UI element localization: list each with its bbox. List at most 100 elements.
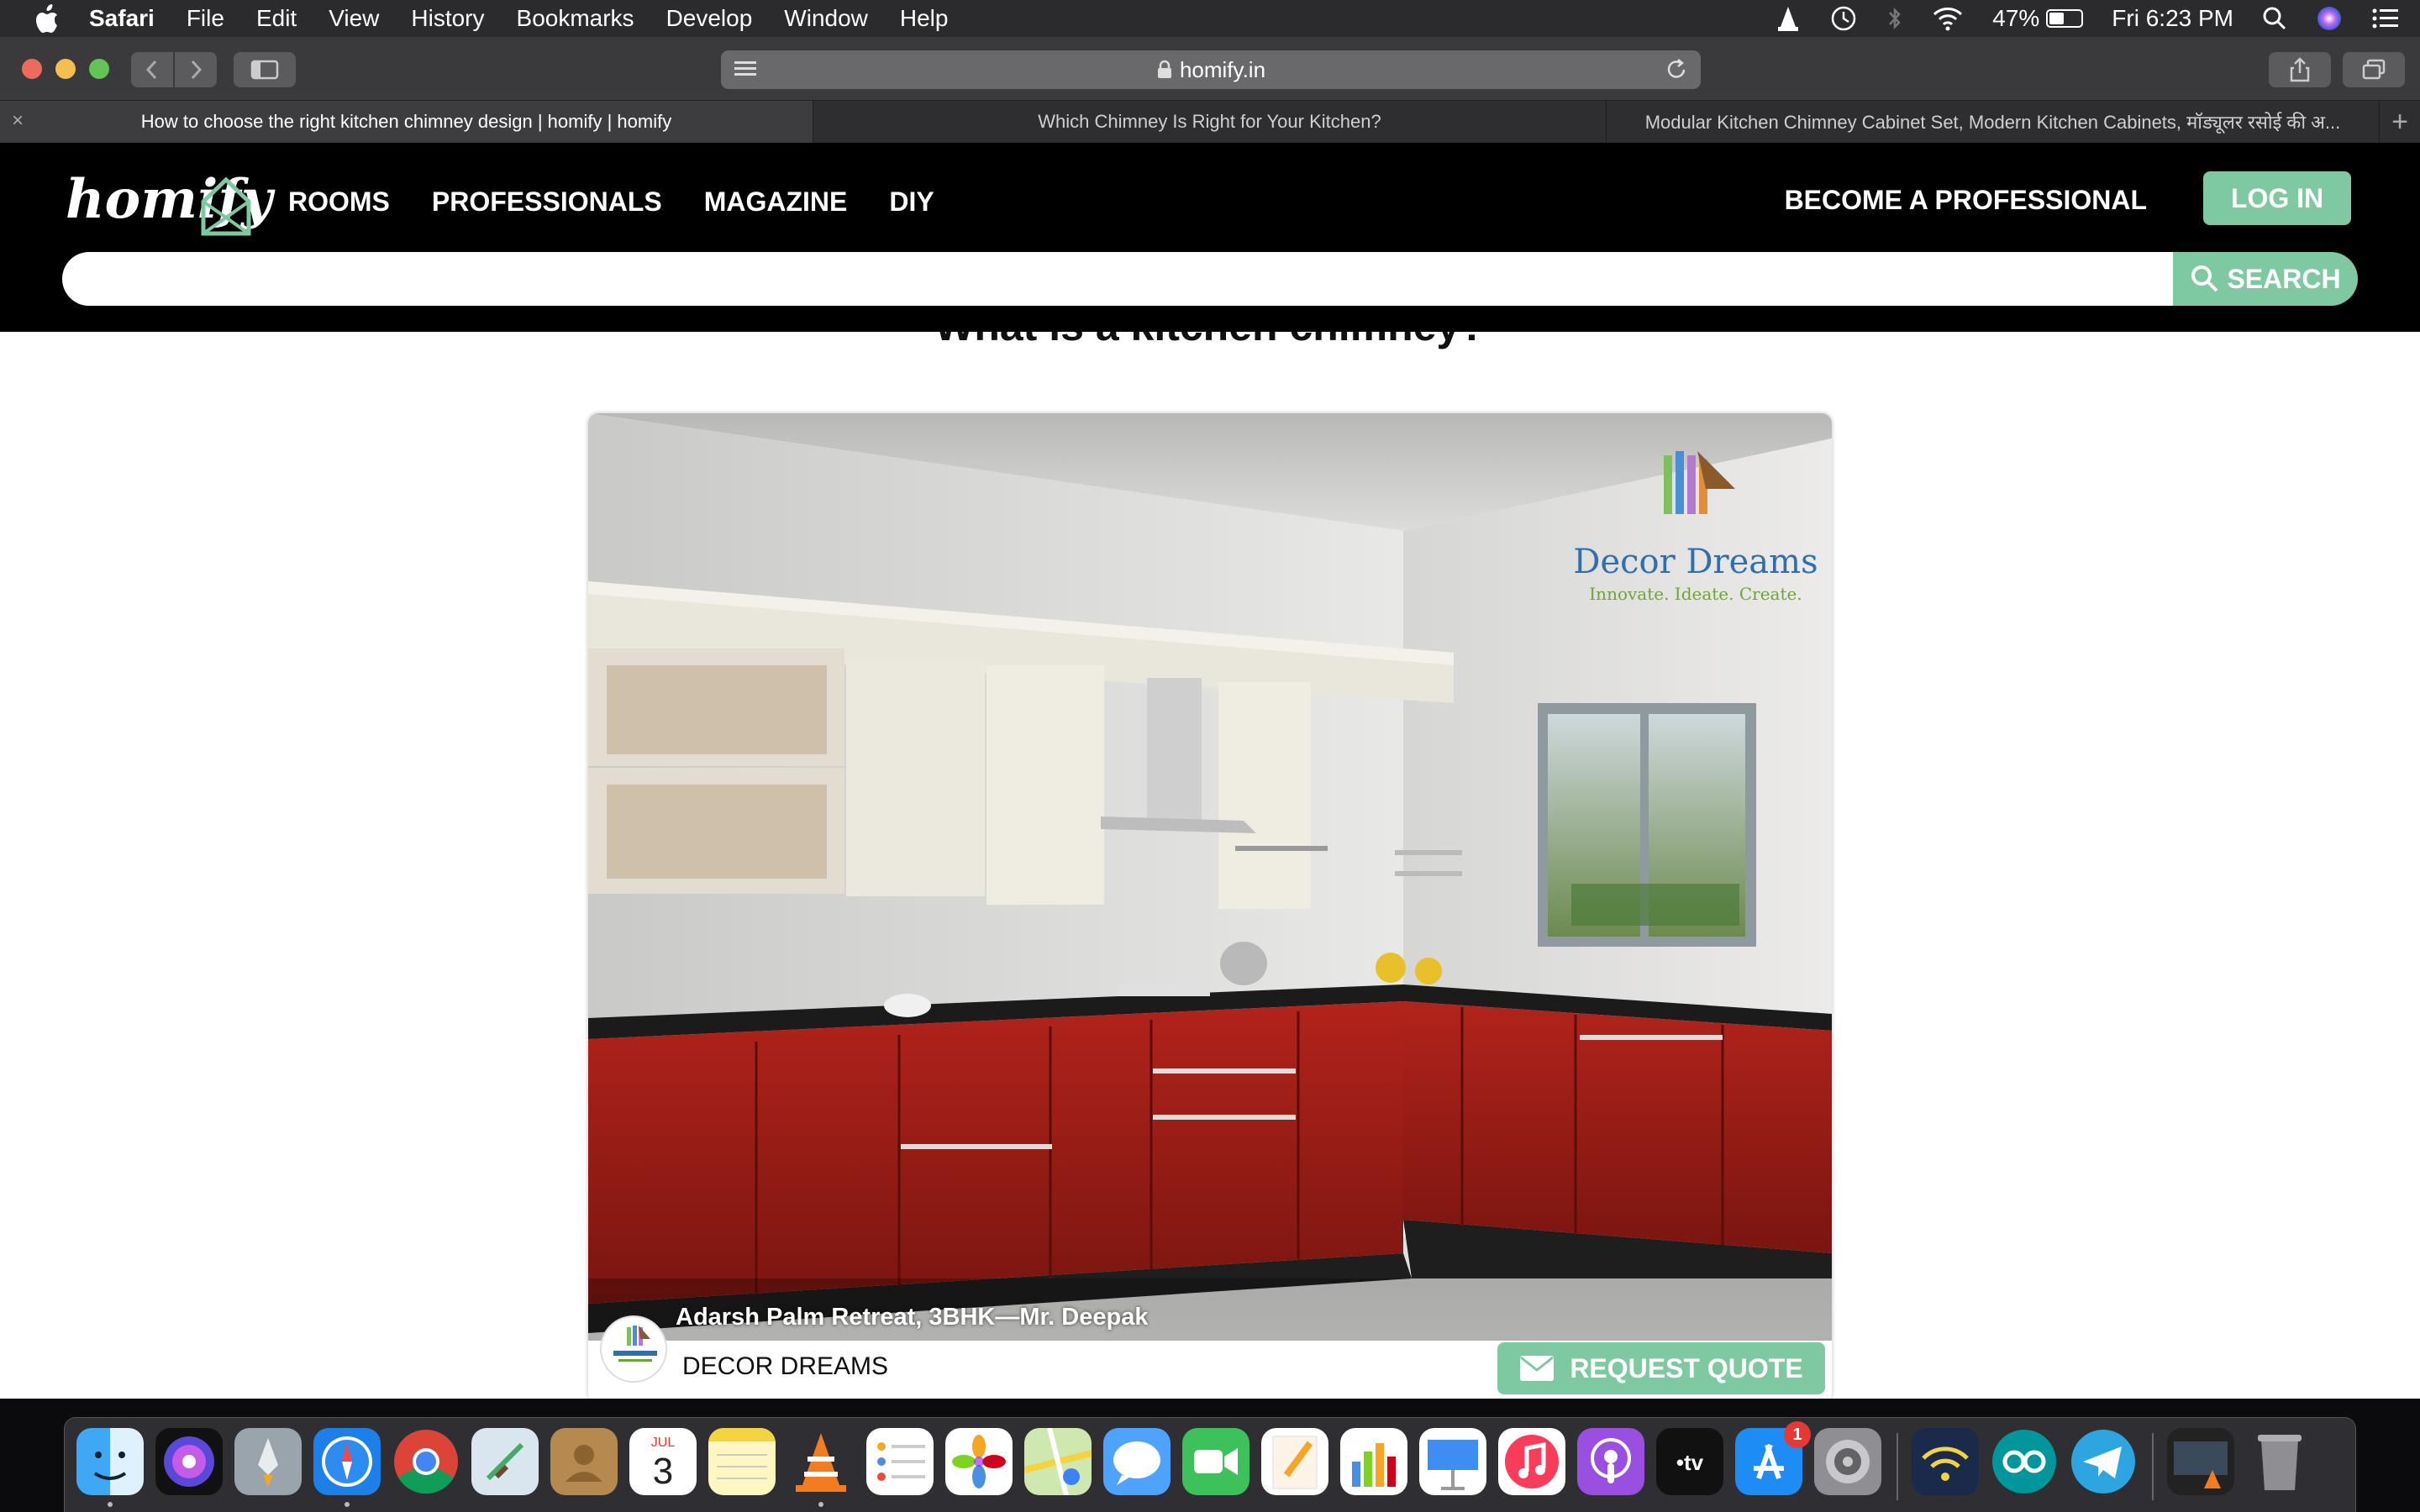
dock-app-launchpad[interactable] [234,1428,302,1495]
tabs-overview-icon [2362,59,2386,80]
svg-text:•tv: •tv [1676,1450,1704,1475]
forward-button[interactable] [175,52,217,87]
menu-edit[interactable]: Edit [256,5,297,32]
chevron-right-icon [191,60,203,80]
homify-logo[interactable]: homify [66,161,272,245]
back-button[interactable] [131,52,173,87]
menu-develop[interactable]: Develop [666,5,753,32]
sidebar-toggle-button[interactable] [234,52,296,87]
pages-icon [1261,1428,1328,1495]
address-bar[interactable]: homify.in [721,50,1701,89]
dock-app-chrome[interactable] [392,1428,460,1495]
dock-app-telegram[interactable] [2070,1428,2137,1495]
battery-indicator[interactable]: 47% [1992,5,2084,32]
dock-app-pages[interactable] [1261,1428,1328,1495]
trash-icon [2246,1428,2313,1495]
request-quote-button[interactable]: REQUEST QUOTE [1497,1342,1825,1394]
siri-menubar-icon[interactable] [2316,5,2343,32]
dock-app-arduino[interactable] [1991,1428,2058,1495]
search-button-label: SEARCH [2227,263,2341,294]
dock-app-notes[interactable] [708,1428,776,1495]
window-close-button[interactable] [22,59,42,79]
dock-area: JUL 3 •tv 1 [0,1399,2420,1512]
reload-icon[interactable] [1664,57,1689,82]
photo-caption[interactable]: Adarsh Palm Retreat, 3BHK—Mr. Deepak [676,1304,1148,1331]
dock-app-vlc[interactable] [787,1428,855,1495]
menu-history[interactable]: History [411,5,484,32]
kitchen-photo[interactable]: Decor Dreams Innovate. Ideate. Create. [588,413,1832,1346]
telegram-icon [2071,1430,2135,1494]
maps-icon [1024,1428,1092,1495]
reader-view-icon[interactable] [733,59,758,81]
tab-active[interactable]: × How to choose the right kitchen chimne… [0,101,813,143]
dock-app-messages[interactable] [1103,1428,1171,1495]
dock-app-maps[interactable] [1024,1428,1092,1495]
dock-app-safari[interactable] [313,1428,381,1495]
window-zoom-button[interactable] [89,59,109,79]
spotlight-search-icon[interactable] [2262,6,2287,31]
tab-close-icon[interactable]: × [12,111,32,131]
dock-app-music[interactable] [1498,1428,1565,1495]
menu-window[interactable]: Window [784,5,868,32]
dock-app-keynote[interactable] [1419,1428,1486,1495]
photo-card[interactable]: Decor Dreams Innovate. Ideate. Create. A… [588,413,1832,1399]
dock-app-podcasts[interactable] [1577,1428,1644,1495]
logo-house-icon [201,176,251,236]
numbers-icon [1340,1428,1407,1495]
dock-separator [1897,1433,1898,1500]
apple-menu-icon[interactable] [30,2,64,35]
menu-help[interactable]: Help [900,5,949,32]
new-tab-button[interactable]: + [2380,101,2420,143]
site-search-input[interactable] [62,252,2180,306]
dock-app-siri[interactable] [155,1428,223,1495]
login-button[interactable]: LOG IN [2203,171,2351,225]
nav-diy[interactable]: DIY [889,186,934,218]
site-search: SEARCH [62,252,2358,306]
dock-app-numbers[interactable] [1340,1428,1407,1495]
professional-avatar[interactable] [600,1315,667,1383]
menu-file[interactable]: File [187,5,224,32]
envelope-icon [1520,1356,1555,1381]
dock-app-contacts[interactable] [550,1428,618,1495]
running-indicator [345,1502,350,1507]
dock-app-reminders[interactable] [866,1428,934,1495]
tab-2[interactable]: Which Chimney Is Right for Your Kitchen? [813,101,1607,143]
tab-overview-button[interactable] [2343,52,2405,87]
become-professional-link[interactable]: BECOME A PROFESSIONAL [1785,185,2147,216]
dock-app-system-preferences[interactable] [1814,1428,1881,1495]
dock-app-photos[interactable] [945,1428,1013,1495]
window-minimize-button[interactable] [55,59,76,79]
search-icon [2191,265,2218,292]
search-button[interactable]: SEARCH [2173,252,2358,306]
keynote-icon [1419,1428,1486,1495]
dock-app-trash[interactable] [2246,1428,2313,1495]
nav-rooms[interactable]: ROOMS [288,186,390,218]
menu-bookmarks[interactable]: Bookmarks [517,5,634,32]
share-button[interactable] [2269,52,2331,87]
tab-3[interactable]: Modular Kitchen Chimney Cabinet Set, Mod… [1607,101,2380,143]
menubar-clock[interactable]: Fri 6:23 PM [2112,5,2233,32]
dock-app-downloads-stack[interactable] [2167,1428,2234,1495]
vlc-menubar-icon[interactable] [1776,5,1801,32]
time-machine-icon[interactable] [1829,4,1858,33]
menu-view[interactable]: View [329,5,379,32]
dock-app-finder[interactable] [76,1428,144,1495]
bluetooth-icon[interactable] [1886,5,1903,32]
photos-icon [945,1428,1013,1495]
running-indicator [108,1502,113,1507]
dock-app-tv[interactable]: •tv [1656,1428,1723,1495]
dock-app-calendar[interactable]: JUL 3 [629,1428,697,1495]
notification-center-icon[interactable] [2371,7,2400,30]
article-content: What is a kitchen chimney? [0,332,2420,1399]
safari-icon [313,1428,381,1495]
menu-app-safari[interactable]: Safari [89,5,155,32]
dock-app-mail[interactable] [471,1428,539,1495]
dock-app-facetime[interactable] [1182,1428,1249,1495]
nav-professionals[interactable]: PROFESSIONALS [432,186,662,218]
wifi-icon[interactable] [1932,6,1964,31]
professional-name[interactable]: DECOR DREAMS [682,1352,888,1381]
nav-magazine[interactable]: MAGAZINE [704,186,848,218]
lock-icon [1157,60,1171,78]
dock-app-wifi-diagnostics[interactable] [1912,1428,1979,1495]
browser-toolbar: homify.in [0,37,2420,101]
